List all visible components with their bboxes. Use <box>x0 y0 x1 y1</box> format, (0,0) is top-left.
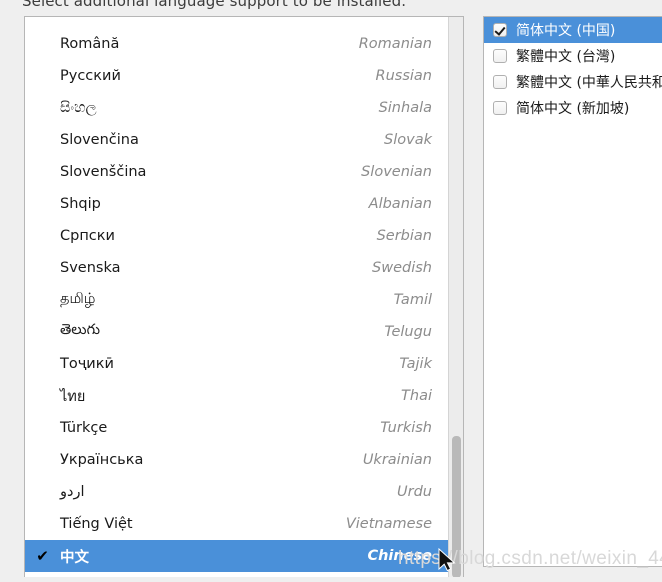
checkbox[interactable] <box>493 75 507 89</box>
english-language-name: Vietnamese <box>345 516 432 532</box>
table-row[interactable]: ไทย Thai <box>25 380 449 412</box>
list-item-label: 简体中文 (新加坡) <box>516 101 630 117</box>
language-variant-list[interactable]: 简体中文 (中国) 繁體中文 (台灣) 繁體中文 (中華人民共和国) 简体中文 (新加… <box>483 16 662 567</box>
english-language-name: Serbian <box>376 228 432 244</box>
native-language-name: Тоҷикӣ <box>60 356 114 372</box>
english-language-name: Slovak <box>384 132 432 148</box>
table-row[interactable]: Svenska Swedish <box>25 252 449 284</box>
native-language-name: Română <box>60 36 120 52</box>
native-language-name: தமிழ் <box>60 291 96 307</box>
list-item[interactable]: 繁體中文 (台灣) <box>484 43 662 69</box>
list-item-clipped[interactable] <box>25 17 449 28</box>
checkbox[interactable] <box>493 49 507 63</box>
checkbox[interactable] <box>493 23 507 37</box>
native-language-name: Українська <box>60 452 144 468</box>
table-row[interactable]: Slovenčina Slovak <box>25 124 449 156</box>
english-language-name: Tamil <box>393 292 432 308</box>
english-language-name: Turkish <box>380 420 432 436</box>
native-language-name: ไทย <box>60 388 86 405</box>
table-row[interactable]: Türkçe Turkish <box>25 412 449 444</box>
table-row[interactable]: Slovenščina Slovenian <box>25 156 449 188</box>
language-rows-container: Română Romanian Русский Russian සිංහල Sinhala… <box>25 28 449 572</box>
native-language-name: اردو <box>60 484 85 500</box>
native-language-name: 中文 <box>60 549 89 566</box>
native-language-name: Русский <box>60 68 121 84</box>
english-language-name: Urdu <box>397 484 432 500</box>
list-item[interactable]: 简体中文 (新加坡) <box>484 95 662 121</box>
table-row[interactable]: Српски Serbian <box>25 220 449 252</box>
english-language-name: Russian <box>375 68 432 84</box>
table-row[interactable]: Русский Russian <box>25 60 449 92</box>
english-language-name: Slovenian <box>361 164 432 180</box>
table-row[interactable]: Українська Ukrainian <box>25 444 449 476</box>
english-language-name: Chinese <box>367 548 432 564</box>
english-language-name: Ukrainian <box>362 452 432 468</box>
native-language-name: Svenska <box>60 260 121 276</box>
page-title: Select additional language support to be… <box>22 0 407 10</box>
table-row[interactable]: اردو Urdu <box>25 476 449 508</box>
checkbox[interactable] <box>493 101 507 115</box>
table-row[interactable]: සිංහල Sinhala <box>25 92 449 124</box>
table-row[interactable]: Tiếng Việt Vietnamese <box>25 508 449 540</box>
scrollbar-thumb[interactable] <box>452 436 461 577</box>
native-language-name: Slovenčina <box>60 132 139 148</box>
language-list-viewport[interactable]: Română Romanian Русский Russian සිංහල Sinhala… <box>25 17 449 577</box>
table-row[interactable]: தமிழ் Tamil <box>25 284 449 316</box>
list-item[interactable]: 繁體中文 (中華人民共和国) <box>484 69 662 95</box>
english-language-name: Albanian <box>368 196 432 212</box>
table-row[interactable]: తెలుగు Telugu <box>25 316 449 348</box>
list-item-label: 简体中文 (中国) <box>516 23 616 39</box>
english-language-name: Thai <box>401 388 432 404</box>
english-language-name: Swedish <box>372 260 432 276</box>
table-row[interactable]: Română Romanian <box>25 28 449 60</box>
english-language-name: Tajik <box>399 356 432 372</box>
list-item[interactable]: 简体中文 (中国) <box>484 17 662 43</box>
list-item-label: 繁體中文 (台灣) <box>516 49 616 65</box>
native-language-name: Türkçe <box>60 420 108 436</box>
table-row[interactable]: Тоҷикӣ Tajik <box>25 348 449 380</box>
native-language-name: తెలుగు <box>60 322 101 338</box>
english-language-name: Romanian <box>358 36 432 52</box>
english-language-name: Sinhala <box>378 100 432 116</box>
list-item-label: 繁體中文 (中華人民共和国) <box>516 75 662 91</box>
native-language-name: Slovenščina <box>60 164 147 180</box>
native-language-name: Tiếng Việt <box>60 516 133 532</box>
table-row[interactable]: Shqip Albanian <box>25 188 449 220</box>
vertical-scrollbar[interactable] <box>448 17 463 577</box>
native-language-name: සිංහල <box>60 100 97 116</box>
language-list[interactable]: Română Romanian Русский Russian සිංහල Sinhala… <box>24 16 464 577</box>
checkmark-icon: ✔ <box>36 546 49 565</box>
english-language-name: Telugu <box>384 324 432 340</box>
native-language-name: Српски <box>60 228 115 244</box>
native-language-name: Shqip <box>60 196 101 212</box>
table-row[interactable]: ✔ 中文 Chinese <box>25 540 449 572</box>
